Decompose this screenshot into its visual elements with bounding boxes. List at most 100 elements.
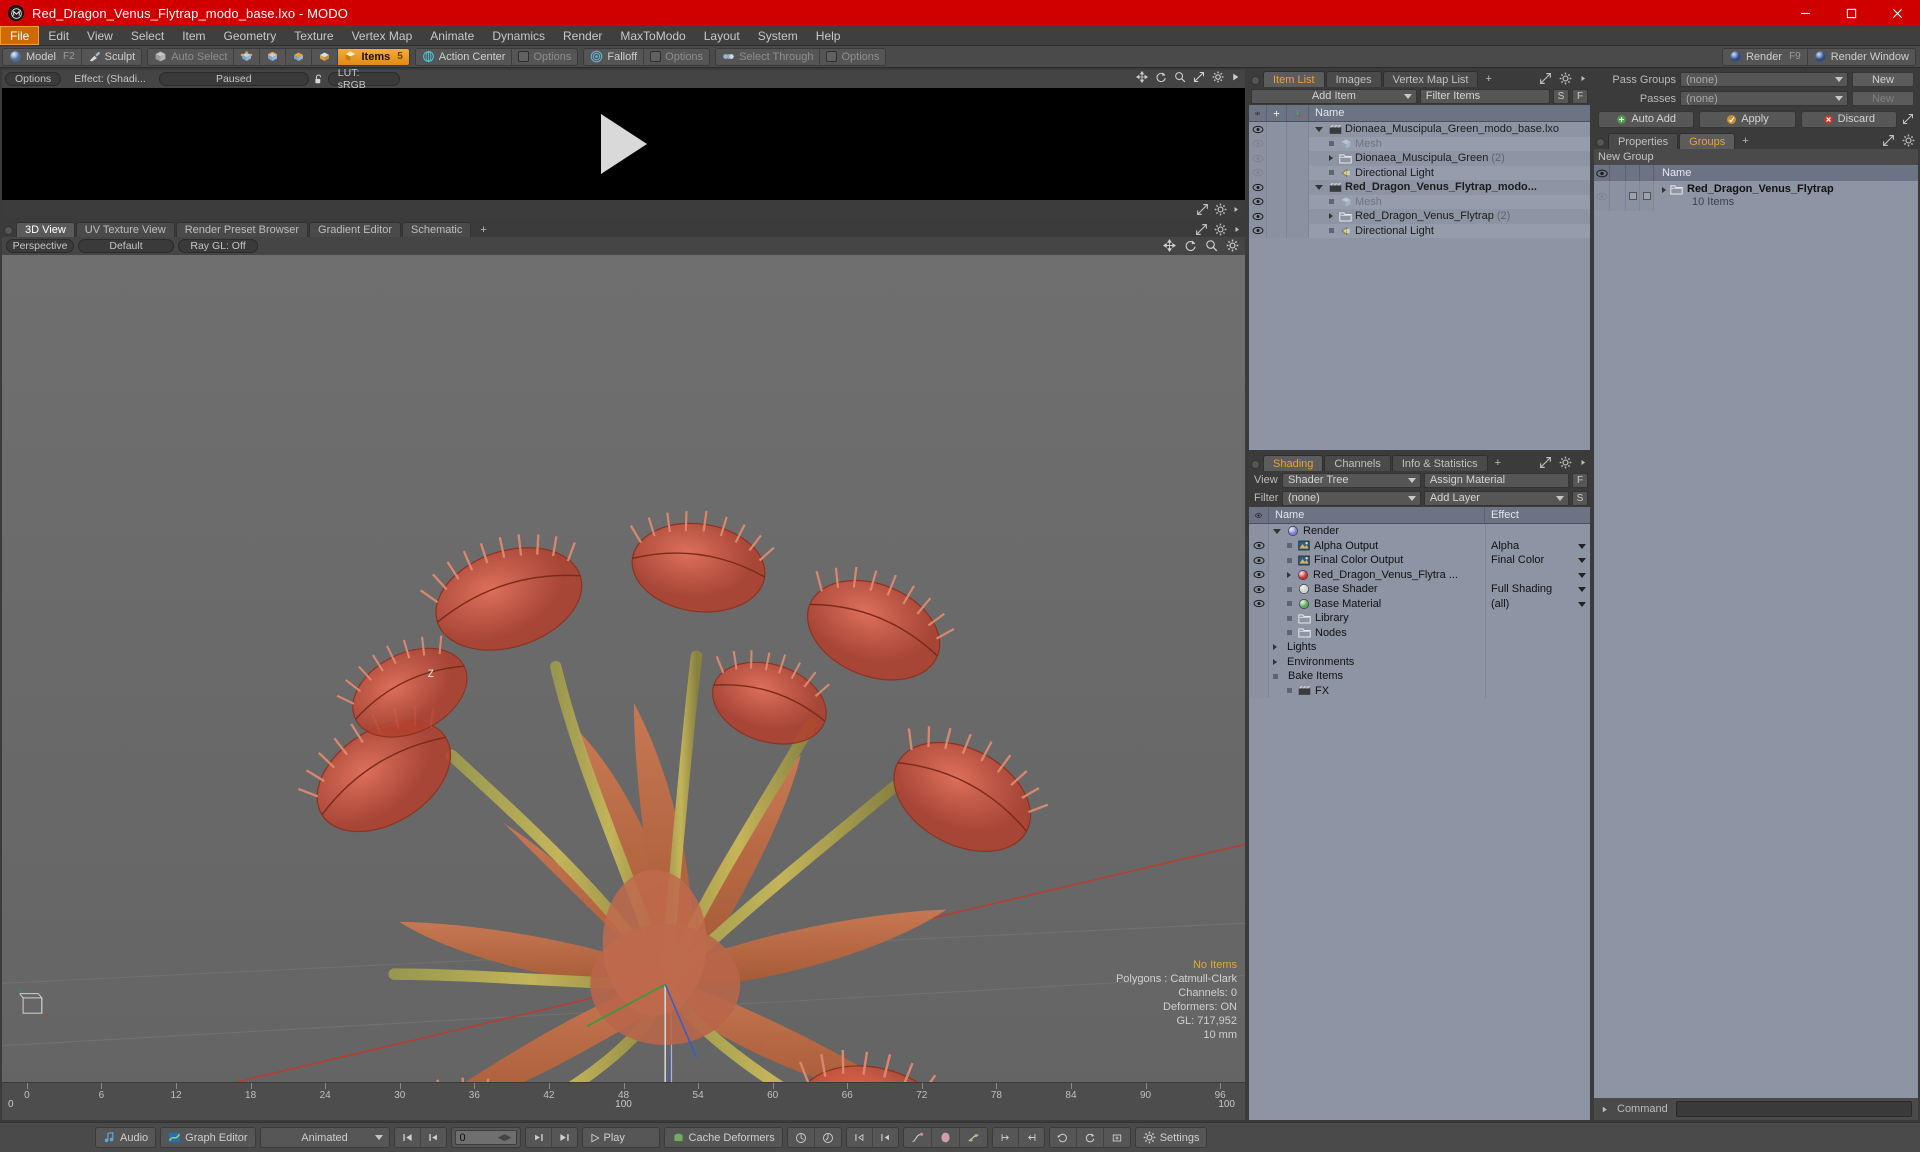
bake-icon[interactable] — [1104, 1128, 1130, 1147]
groups-body[interactable]: Red_Dragon_Venus_Flytrap 10 Items — [1594, 181, 1918, 1098]
item-list-row[interactable]: Dionaea_Muscipula_Green (2) — [1249, 151, 1590, 166]
chevron-down-icon-effect[interactable] — [1578, 558, 1586, 563]
tab-groups[interactable]: Groups — [1679, 133, 1736, 149]
item-list-row[interactable]: Dionaea_Muscipula_Green_modo_base.lxo — [1249, 122, 1590, 137]
row-eye-toggle[interactable] — [1249, 180, 1267, 195]
falloff-button[interactable]: Falloff — [584, 48, 645, 65]
action-center-button[interactable]: Action Center — [416, 48, 513, 65]
shading-row[interactable]: Library — [1249, 611, 1590, 626]
shading-effect-cell[interactable] — [1485, 669, 1590, 684]
zoom-icon-vp[interactable] — [1205, 239, 1218, 252]
row-axis-cell[interactable] — [1287, 194, 1309, 209]
chevron-right-icon[interactable] — [1329, 213, 1333, 220]
assign-material-button[interactable]: Assign Material — [1423, 472, 1569, 488]
action-center-options-button[interactable]: Options — [512, 49, 577, 65]
row-transform-cell[interactable] — [1267, 151, 1287, 166]
column-eye-shading[interactable] — [1249, 507, 1269, 523]
menu-dynamics[interactable]: Dynamics — [483, 26, 554, 45]
vertices-mode-button[interactable] — [234, 48, 261, 65]
new-group-button[interactable]: New Group — [1594, 149, 1918, 165]
menu-view[interactable]: View — [78, 26, 122, 45]
shading-row-eye-toggle[interactable] — [1249, 596, 1269, 611]
unlock-icon[interactable] — [313, 73, 324, 86]
select-through-button[interactable]: Select Through — [716, 48, 821, 65]
materials-mode-button[interactable] — [312, 48, 339, 65]
shading-effect-cell[interactable] — [1485, 524, 1590, 539]
audio-button[interactable]: Audio — [96, 1128, 155, 1147]
curve-icon[interactable] — [904, 1128, 932, 1147]
menu-arrow-icon-il[interactable] — [1579, 72, 1587, 85]
tab-gradient-editor[interactable]: Gradient Editor — [309, 222, 401, 237]
tab-shading-add[interactable]: + — [1489, 455, 1507, 471]
expand-icon-il[interactable] — [1539, 72, 1552, 85]
shading-row[interactable]: Lights — [1249, 640, 1590, 655]
chevron-down-icon-effect[interactable] — [1578, 601, 1586, 607]
chevron-down-icon-effect[interactable] — [1578, 587, 1586, 592]
render-preview-canvas[interactable] — [2, 88, 1245, 200]
key-create-icon[interactable] — [788, 1128, 815, 1147]
chevron-right-icon[interactable] — [1287, 571, 1291, 578]
gear-icon-gr[interactable] — [1902, 134, 1915, 147]
shading-effect-cell[interactable] — [1485, 654, 1590, 669]
column-eye[interactable] — [1249, 105, 1267, 121]
step-back-icon[interactable] — [421, 1128, 446, 1147]
graph-editor-button[interactable]: Graph Editor — [161, 1128, 254, 1147]
skip-end-icon[interactable] — [552, 1128, 577, 1147]
animated-dropdown[interactable]: Animated — [261, 1128, 389, 1147]
item-list-f-button[interactable]: F — [1572, 88, 1588, 104]
menu-maxtomodo[interactable]: MaxToModo — [611, 26, 694, 45]
range-start-icon[interactable] — [847, 1128, 873, 1147]
shading-row[interactable]: Final Color Output Final Color — [1249, 553, 1590, 568]
tab-uv-texture-view[interactable]: UV Texture View — [75, 222, 175, 237]
shading-effect-cell[interactable] — [1485, 625, 1590, 640]
group-row[interactable]: Red_Dragon_Venus_Flytrap 10 Items — [1594, 181, 1918, 211]
column-name-shading[interactable]: Name — [1269, 507, 1485, 523]
shading-effect-cell[interactable]: Full Shading — [1485, 582, 1590, 597]
shading-row-eye-toggle[interactable] — [1249, 538, 1269, 553]
tab-item-list[interactable]: Item List — [1263, 71, 1325, 87]
shading-row-eye-toggle[interactable] — [1249, 683, 1269, 698]
menu-geometry[interactable]: Geometry — [215, 26, 286, 45]
row-eye-toggle[interactable] — [1249, 209, 1267, 224]
shading-effect-cell[interactable]: Alpha — [1485, 538, 1590, 553]
shading-effect-cell[interactable] — [1485, 611, 1590, 626]
out-icon[interactable] — [1019, 1128, 1044, 1147]
filter-items-input[interactable]: Filter Items — [1419, 88, 1550, 104]
rotate-icon-vp[interactable] — [1184, 239, 1197, 252]
chevron-down-icon-effect[interactable] — [1578, 572, 1586, 578]
apply-button[interactable]: Apply — [1699, 110, 1796, 128]
item-list-row[interactable]: Mesh — [1249, 194, 1590, 209]
item-list-row[interactable]: Red_Dragon_Venus_Flytrap_modo... — [1249, 180, 1590, 195]
zoom-icon[interactable] — [1174, 71, 1186, 83]
pass-groups-dropdown[interactable]: (none) — [1680, 72, 1848, 87]
column-axis[interactable] — [1287, 105, 1309, 121]
shading-row[interactable]: Red_Dragon_Venus_Flytra ... — [1249, 567, 1590, 582]
shading-effect-cell[interactable]: (all) — [1485, 596, 1590, 611]
render-preview-effect-label[interactable]: Effect: (Shadi... — [65, 72, 155, 86]
viewport-3d-canvas[interactable]: z y x No Items Polygons: Catmull-Clark … — [2, 255, 1245, 1120]
row-axis-cell[interactable] — [1287, 151, 1309, 166]
shading-row[interactable]: Environments — [1249, 654, 1590, 669]
menu-layout[interactable]: Layout — [695, 26, 749, 45]
row-eye-toggle[interactable] — [1249, 194, 1267, 209]
cycle-icon[interactable] — [1077, 1128, 1104, 1147]
row-axis-cell[interactable] — [1287, 209, 1309, 224]
shading-tab-handle[interactable] — [1251, 460, 1260, 469]
render-button[interactable]: Render F9 — [1723, 48, 1808, 65]
expand-icon-gr[interactable] — [1882, 134, 1895, 147]
shading-effect-cell[interactable] — [1485, 567, 1590, 582]
tab-images[interactable]: Images — [1325, 71, 1382, 87]
gear-icon-vp-tabs[interactable] — [1214, 223, 1227, 236]
expand-icon-vp[interactable] — [1195, 223, 1208, 236]
row-axis-cell[interactable] — [1287, 223, 1309, 238]
edges-mode-button[interactable] — [260, 48, 287, 65]
range-prev-icon[interactable] — [873, 1128, 898, 1147]
shading-filter-dropdown[interactable]: (none) — [1282, 490, 1421, 506]
tab-vertex-map-list[interactable]: Vertex Map List — [1382, 71, 1479, 87]
render-window-button[interactable]: Render Window — [1808, 49, 1915, 65]
tab-add[interactable]: + — [472, 222, 494, 237]
rotate-icon[interactable] — [1155, 71, 1167, 83]
shading-effect-cell[interactable]: Final Color — [1485, 553, 1590, 568]
shading-row[interactable]: Nodes — [1249, 625, 1590, 640]
falloff-options-button[interactable]: Options — [644, 49, 709, 65]
